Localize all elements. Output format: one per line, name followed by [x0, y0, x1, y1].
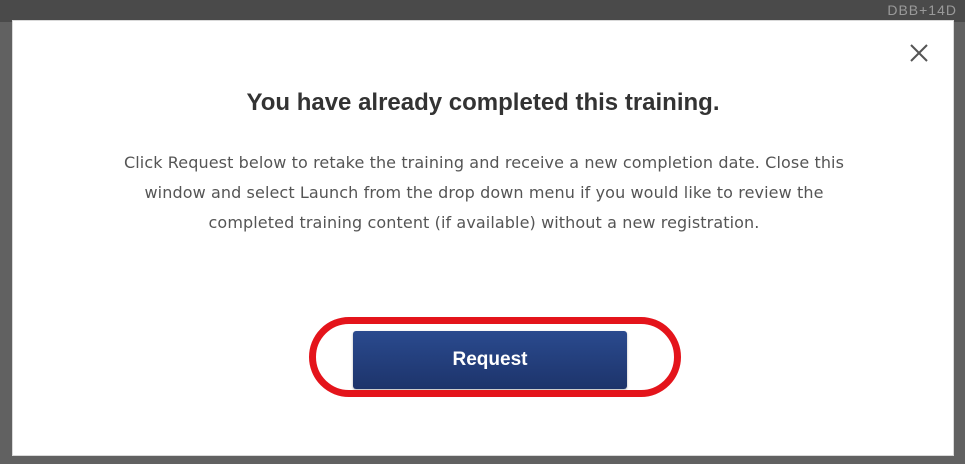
dialog-message: Click Request below to retake the traini… — [123, 153, 845, 232]
request-button[interactable]: Request — [353, 331, 627, 389]
backdrop-corner-text: DBB+14D — [887, 2, 957, 18]
dialog-title: You have already completed this training… — [246, 89, 720, 116]
close-icon[interactable] — [907, 41, 931, 65]
backdrop-header: DBB+14D — [0, 0, 965, 22]
completed-training-dialog: You have already completed this training… — [12, 20, 954, 456]
